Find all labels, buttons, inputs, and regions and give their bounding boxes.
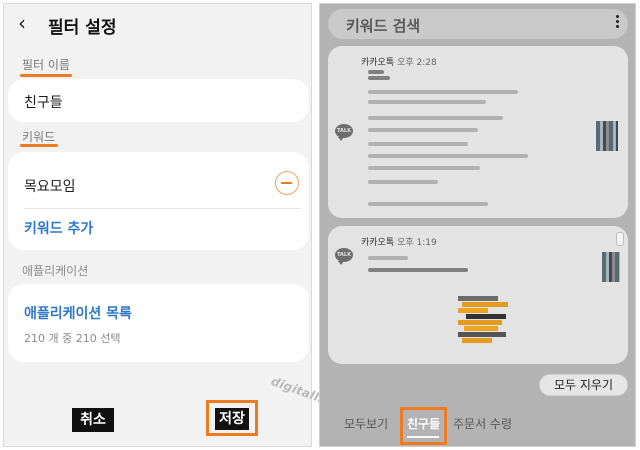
redacted-image (458, 296, 508, 344)
redacted-text (368, 116, 503, 120)
page-title: 필터 설정 (48, 18, 117, 38)
filter-name-card[interactable]: 친구들 (8, 79, 309, 122)
redacted-text (368, 100, 486, 104)
keyword-item: 목요모임 (24, 179, 76, 195)
notification-time: 오후 1:19 (397, 238, 437, 248)
notification-card[interactable]: 카카오톡 오후 2:28 TALK (328, 46, 628, 218)
cancel-button[interactable]: 취소 (72, 408, 114, 432)
redacted-text (368, 90, 518, 94)
header: ‹ 필터 설정 (4, 4, 311, 44)
redacted-text (368, 268, 468, 272)
attachment-thumbnail[interactable] (602, 252, 620, 282)
filter-name-value[interactable]: 친구들 (24, 92, 63, 112)
redacted-text (368, 256, 408, 260)
filter-name-highlight (20, 74, 72, 77)
filter-name-label: 필터 이름 (22, 58, 70, 72)
notification-header: 카카오톡 오후 2:28 (361, 55, 437, 68)
keyword-search-screen: 키워드 검색 카카오톡 오후 2:28 TALK 카카오톡 오후 1:19 TALK (319, 3, 636, 447)
redacted-text (368, 202, 488, 206)
attachment-thumbnail[interactable] (596, 121, 618, 151)
notification-time: 오후 2:28 (397, 58, 437, 68)
bottom-bar: 취소 저장 (4, 396, 311, 446)
redacted-text (368, 154, 528, 158)
search-title: 키워드 검색 (346, 17, 421, 35)
keyword-card: 목요모임 키워드 추가 (8, 152, 309, 250)
remove-keyword-icon[interactable] (275, 171, 299, 195)
redacted-text (368, 76, 390, 80)
tab-order-received[interactable]: 주문서 수령 (453, 415, 512, 432)
notification-app: 카카오톡 (361, 238, 395, 248)
application-card[interactable]: 애플리케이션 목록 210 개 중 210 선택 (8, 284, 309, 362)
search-bar[interactable]: 키워드 검색 (328, 9, 628, 39)
redacted-text (368, 166, 480, 170)
redacted-text (368, 142, 468, 146)
notification-app: 카카오톡 (361, 58, 395, 68)
save-button[interactable]: 저장 (215, 408, 249, 430)
more-options-icon[interactable] (614, 15, 620, 30)
application-label: 애플리케이션 (22, 264, 89, 278)
redacted-text (368, 70, 384, 74)
divider (24, 208, 301, 209)
active-tab-underline (407, 436, 439, 438)
kakaotalk-icon: TALK (335, 124, 353, 141)
back-arrow-icon[interactable]: ‹ (18, 11, 26, 35)
application-count: 210 개 중 210 선택 (24, 332, 121, 345)
add-keyword-button[interactable]: 키워드 추가 (24, 218, 93, 238)
keyword-highlight (20, 144, 58, 147)
scroll-indicator[interactable] (616, 232, 624, 246)
clear-all-button[interactable]: 모두 지우기 (539, 374, 628, 396)
tab-all[interactable]: 모두보기 (344, 415, 388, 432)
redacted-text (368, 128, 478, 132)
notification-header: 카카오톡 오후 1:19 (361, 235, 437, 248)
save-highlight: 저장 (206, 400, 258, 436)
filter-tabs: 모두보기 친구들 주문서 수령 (320, 406, 635, 446)
notification-card[interactable]: 카카오톡 오후 1:19 TALK (328, 226, 628, 364)
application-list-button[interactable]: 애플리케이션 목록 (24, 303, 132, 323)
keyword-label: 키워드 (22, 130, 56, 144)
redacted-text (368, 180, 438, 184)
tab-friends[interactable]: 친구들 (407, 415, 440, 432)
kakaotalk-icon: TALK (335, 248, 353, 265)
filter-settings-screen: ‹ 필터 설정 필터 이름 친구들 키워드 목요모임 키워드 추가 애플리케이션… (3, 3, 312, 447)
